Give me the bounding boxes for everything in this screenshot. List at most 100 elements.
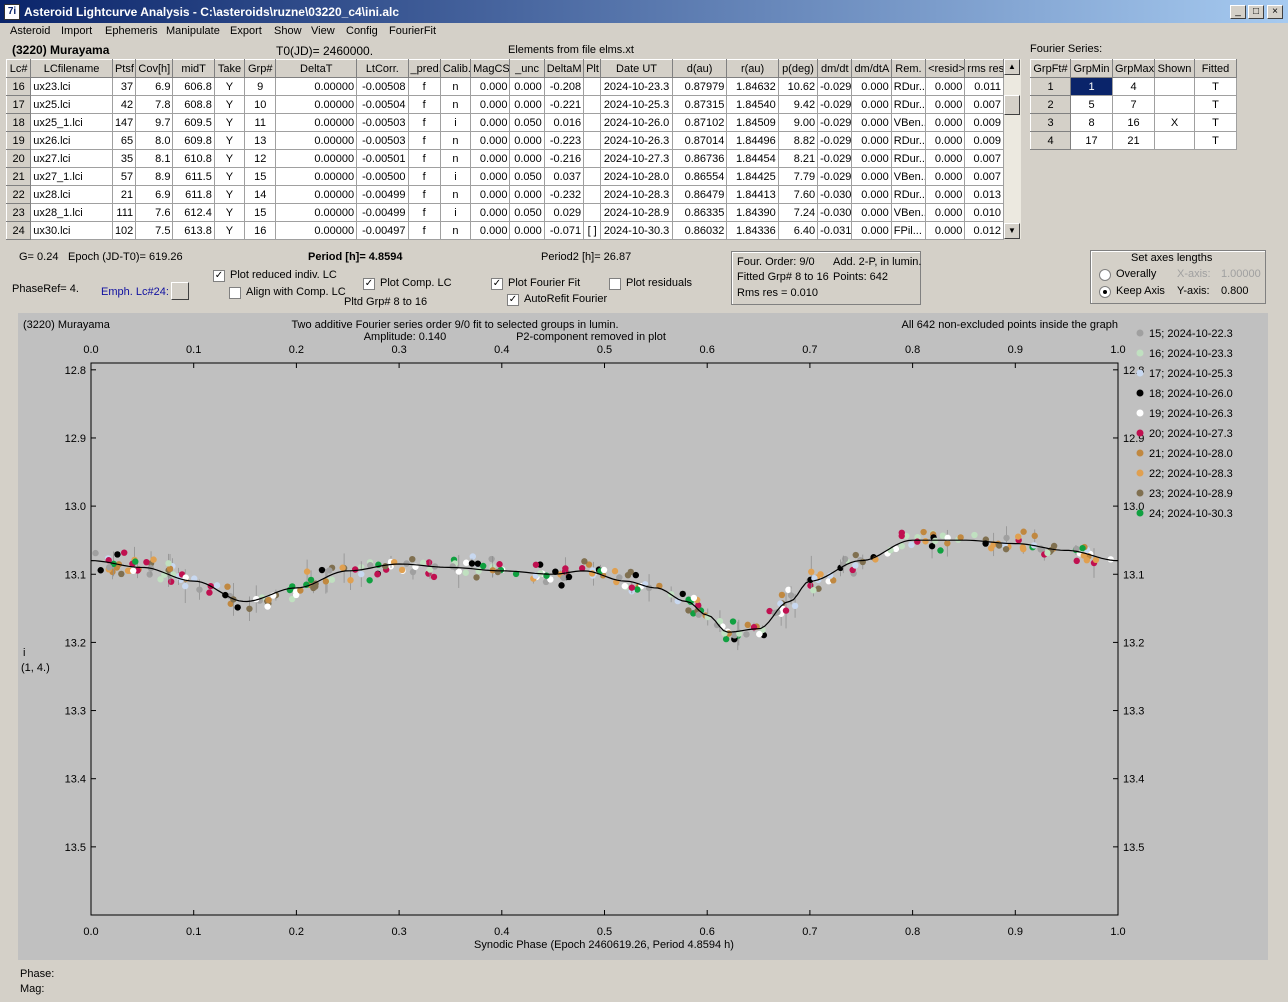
lc-header[interactable]: Calib. [439,59,472,78]
ft-cell[interactable]: 4 [1030,131,1071,150]
lc-cell[interactable]: 1.84509 [726,113,779,132]
scroll-down-icon[interactable]: ▼ [1004,223,1020,239]
lc-cell[interactable]: Y [213,77,246,96]
lc-cell[interactable]: 0.000 [925,77,966,96]
lc-cell[interactable]: 0.000 [851,203,892,222]
lc-header[interactable]: Cov[h] [135,59,174,78]
lc-header[interactable]: Rem. [890,59,927,78]
lc-cell[interactable]: 12 [244,149,277,168]
ft-header[interactable]: Fitted [1194,59,1237,78]
lc-cell[interactable]: RDur... [890,95,927,114]
lc-cell[interactable]: 0.010 [964,203,1004,222]
lc-cell[interactable]: 0.000 [470,185,511,204]
lc-cell[interactable]: -0.00508 [356,77,409,96]
lc-cell[interactable]: 0.000 [925,149,966,168]
lc-cell[interactable]: Y [213,221,246,240]
lc-cell[interactable]: 0.87014 [671,131,728,150]
lc-cell[interactable]: 0.007 [964,95,1004,114]
lc-cell[interactable]: 7.6 [135,203,174,222]
lc-cell[interactable]: 0.87979 [671,77,728,96]
lc-cell[interactable]: 610.8 [172,149,215,168]
lc-cell[interactable]: n [439,131,472,150]
lc-cell[interactable]: [ ] [583,221,602,240]
lc-cell[interactable]: f [407,221,441,240]
lc-header[interactable]: p(deg) [777,59,819,78]
lc-cell[interactable]: 0.00000 [275,95,358,114]
keep-axis-radio[interactable] [1099,286,1111,298]
lc-cell[interactable]: 0.86479 [671,185,728,204]
lc-cell[interactable]: 0.000 [925,113,966,132]
lc-cell[interactable] [583,167,602,186]
menu-ephemeris[interactable]: Ephemeris [105,25,158,37]
lc-cell[interactable]: -0.216 [543,149,585,168]
table-row[interactable]: 19 ux26.lci 65 8.0 609.8 Y 13 0.00000 -0.00503 f n… [5,131,1004,150]
lc-cell[interactable]: ux27.lci [30,149,113,168]
lc-cell[interactable]: 0.000 [925,221,966,240]
lc-cell[interactable]: 0.87315 [671,95,728,114]
lc-cell[interactable] [583,77,602,96]
lc-cell[interactable]: VBen... [890,113,927,132]
lc-cell[interactable]: 609.5 [172,113,215,132]
lc-cell[interactable]: 0.050 [509,113,545,132]
lc-cell[interactable]: 1.84454 [726,149,779,168]
table-row[interactable]: 3 8 16 X T [1030,113,1237,132]
lc-cell[interactable] [583,113,602,132]
table-row[interactable]: 23 ux28_1.lci 111 7.6 612.4 Y 15 0.00000 -0.0049… [5,203,1004,222]
lc-cell[interactable]: 608.8 [172,95,215,114]
lc-cell[interactable]: 2024-10-27.3 [600,149,673,168]
ft-cell[interactable]: 17 [1070,131,1113,150]
lc-cell[interactable]: ux28.lci [30,185,113,204]
lc-header[interactable]: midT [172,59,215,78]
lc-cell[interactable]: 0.000 [925,131,966,150]
table-scrollbar[interactable]: ▲ ▼ [1004,59,1021,239]
lc-header[interactable]: Grp# [244,59,277,78]
lc-cell[interactable]: 611.8 [172,185,215,204]
autorefit-checkbox[interactable]: ✓ [507,294,519,306]
lc-cell[interactable]: VBen... [890,203,927,222]
lc-cell[interactable]: -0.00500 [356,167,409,186]
lc-cell[interactable]: 0.009 [964,113,1004,132]
table-row[interactable]: 21 ux27_1.lci 57 8.9 611.5 Y 15 0.00000 -0.00500… [5,167,1004,186]
lc-header[interactable]: LCfilename [30,59,113,78]
lc-cell[interactable]: 8.1 [135,149,174,168]
lc-cell[interactable]: 35 [111,149,137,168]
lc-cell[interactable]: 1.84632 [726,77,779,96]
lc-cell[interactable]: 1.84413 [726,185,779,204]
ft-cell[interactable]: 2 [1030,95,1071,114]
lc-cell[interactable]: 15 [244,203,277,222]
lc-cell[interactable]: 0.000 [851,131,892,150]
lc-cell[interactable]: ux28_1.lci [30,203,113,222]
lc-cell[interactable]: Y [213,149,246,168]
ft-cell[interactable] [1154,131,1195,150]
lc-cell[interactable]: 8.82 [777,131,819,150]
lc-cell[interactable]: -0.029 [817,149,853,168]
y-axis-value[interactable]: 0.800 [1221,285,1249,297]
lc-cell[interactable]: 0.000 [509,77,545,96]
lc-cell[interactable]: 21 [5,167,32,186]
lc-cell[interactable]: 20 [5,149,32,168]
lc-cell[interactable]: 612.4 [172,203,215,222]
ft-cell[interactable]: 3 [1030,113,1071,132]
lc-cell[interactable]: 0.00000 [275,221,358,240]
lc-cell[interactable]: 0.86736 [671,149,728,168]
ft-header[interactable]: Shown [1154,59,1195,78]
lc-cell[interactable] [583,185,602,204]
lc-cell[interactable]: -0.00503 [356,113,409,132]
lc-cell[interactable]: 611.5 [172,167,215,186]
lc-cell[interactable]: 0.000 [470,95,511,114]
lc-cell[interactable]: -0.221 [543,95,585,114]
lc-cell[interactable]: f [407,95,441,114]
lc-cell[interactable]: VBen... [890,167,927,186]
lc-cell[interactable]: 613.8 [172,221,215,240]
scroll-up-icon[interactable]: ▲ [1004,59,1020,75]
lc-cell[interactable]: 7.8 [135,95,174,114]
lc-cell[interactable]: 147 [111,113,137,132]
lc-cell[interactable]: -0.223 [543,131,585,150]
lc-cell[interactable]: 65 [111,131,137,150]
lc-cell[interactable]: 2024-10-28.3 [600,185,673,204]
lc-cell[interactable]: 0.000 [470,167,511,186]
table-row[interactable]: 114T [1030,77,1237,96]
lc-header[interactable]: rms res [964,59,1004,78]
lc-cell[interactable]: 6.9 [135,185,174,204]
lc-header[interactable]: DeltaT [275,59,358,78]
